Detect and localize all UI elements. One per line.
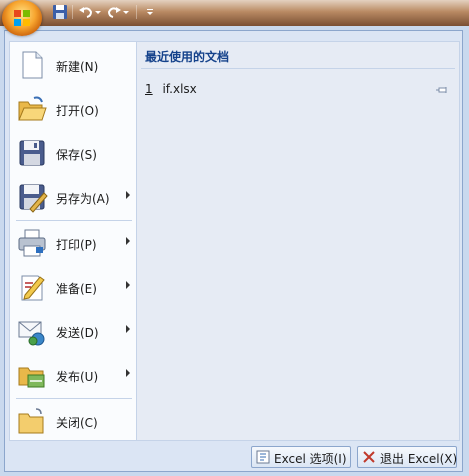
excel-options-label: Excel 选项(I) xyxy=(274,452,347,466)
customize-toolbar-icon[interactable] xyxy=(146,4,154,20)
redo-icon[interactable] xyxy=(106,4,122,20)
undo-icon[interactable] xyxy=(78,4,94,20)
toolbar-separator xyxy=(72,5,73,19)
save-icon xyxy=(19,140,45,166)
exit-excel-button[interactable]: 退出 Excel(X) xyxy=(357,446,457,468)
office-menu: 新建(N) 打开(O) 保存(S) 另存为(A) 打印(P) 准备(E) 发送(… xyxy=(4,30,463,472)
menu-item-prepare[interactable]: 准备(E) xyxy=(10,266,136,308)
pin-icon[interactable] xyxy=(436,85,450,95)
menu-item-label: 打印(P) xyxy=(56,238,97,252)
menu-divider xyxy=(16,398,132,399)
publish-icon xyxy=(18,367,45,388)
menu-item-label: 关闭(C) xyxy=(56,416,98,430)
submenu-arrow-icon xyxy=(126,325,130,333)
open-folder-icon xyxy=(18,96,47,121)
menu-item-print[interactable]: 打印(P) xyxy=(10,222,136,264)
menu-item-label: 保存(S) xyxy=(56,148,97,162)
recent-documents-title: 最近使用的文档 xyxy=(145,50,230,64)
menu-item-label: 发布(U) xyxy=(56,370,99,384)
menu-commands: 新建(N) 打开(O) 保存(S) 另存为(A) 打印(P) 准备(E) 发送(… xyxy=(9,41,137,441)
menu-item-save[interactable]: 保存(S) xyxy=(10,132,136,174)
toolbar-separator xyxy=(136,5,137,19)
menu-item-save-as[interactable]: 另存为(A) xyxy=(10,176,136,218)
options-icon xyxy=(256,450,270,464)
menu-divider xyxy=(16,220,132,221)
menu-item-publish[interactable]: 发布(U) xyxy=(10,354,136,396)
new-document-icon xyxy=(22,51,43,79)
menu-item-label: 新建(N) xyxy=(56,60,99,74)
excel-options-button[interactable]: Excel 选项(I) xyxy=(251,446,351,468)
recent-document-number: 1 xyxy=(145,82,153,96)
menu-item-open[interactable]: 打开(O) xyxy=(10,88,136,130)
prepare-icon xyxy=(21,275,45,301)
close-folder-icon xyxy=(18,408,44,434)
submenu-arrow-icon xyxy=(126,281,130,289)
menu-item-label: 打开(O) xyxy=(56,104,99,118)
save-icon[interactable] xyxy=(52,4,68,20)
menu-item-label: 准备(E) xyxy=(56,282,97,296)
office-logo-icon xyxy=(14,10,30,26)
submenu-arrow-icon xyxy=(126,369,130,377)
close-icon xyxy=(363,451,375,463)
exit-excel-label: 退出 Excel(X) xyxy=(380,452,458,466)
send-icon xyxy=(18,321,45,346)
submenu-arrow-icon xyxy=(126,191,130,199)
office-button[interactable] xyxy=(2,0,42,36)
recent-document-name: if.xlsx xyxy=(162,82,197,96)
menu-item-send[interactable]: 发送(D) xyxy=(10,310,136,352)
menu-item-new[interactable]: 新建(N) xyxy=(10,44,136,86)
recent-document-item[interactable]: 1 if.xlsx xyxy=(145,82,452,100)
menu-item-label: 发送(D) xyxy=(56,326,99,340)
submenu-arrow-icon xyxy=(126,237,130,245)
menu-item-label: 另存为(A) xyxy=(56,192,110,206)
redo-dropdown-icon[interactable] xyxy=(123,4,129,20)
menu-item-close[interactable]: 关闭(C) xyxy=(10,400,136,442)
recent-documents-panel: 最近使用的文档 1 if.xlsx xyxy=(137,41,460,441)
print-icon xyxy=(18,229,46,257)
quick-access-toolbar xyxy=(0,0,469,26)
title-divider xyxy=(141,68,455,69)
undo-dropdown-icon[interactable] xyxy=(95,4,101,20)
save-as-icon xyxy=(19,184,48,213)
